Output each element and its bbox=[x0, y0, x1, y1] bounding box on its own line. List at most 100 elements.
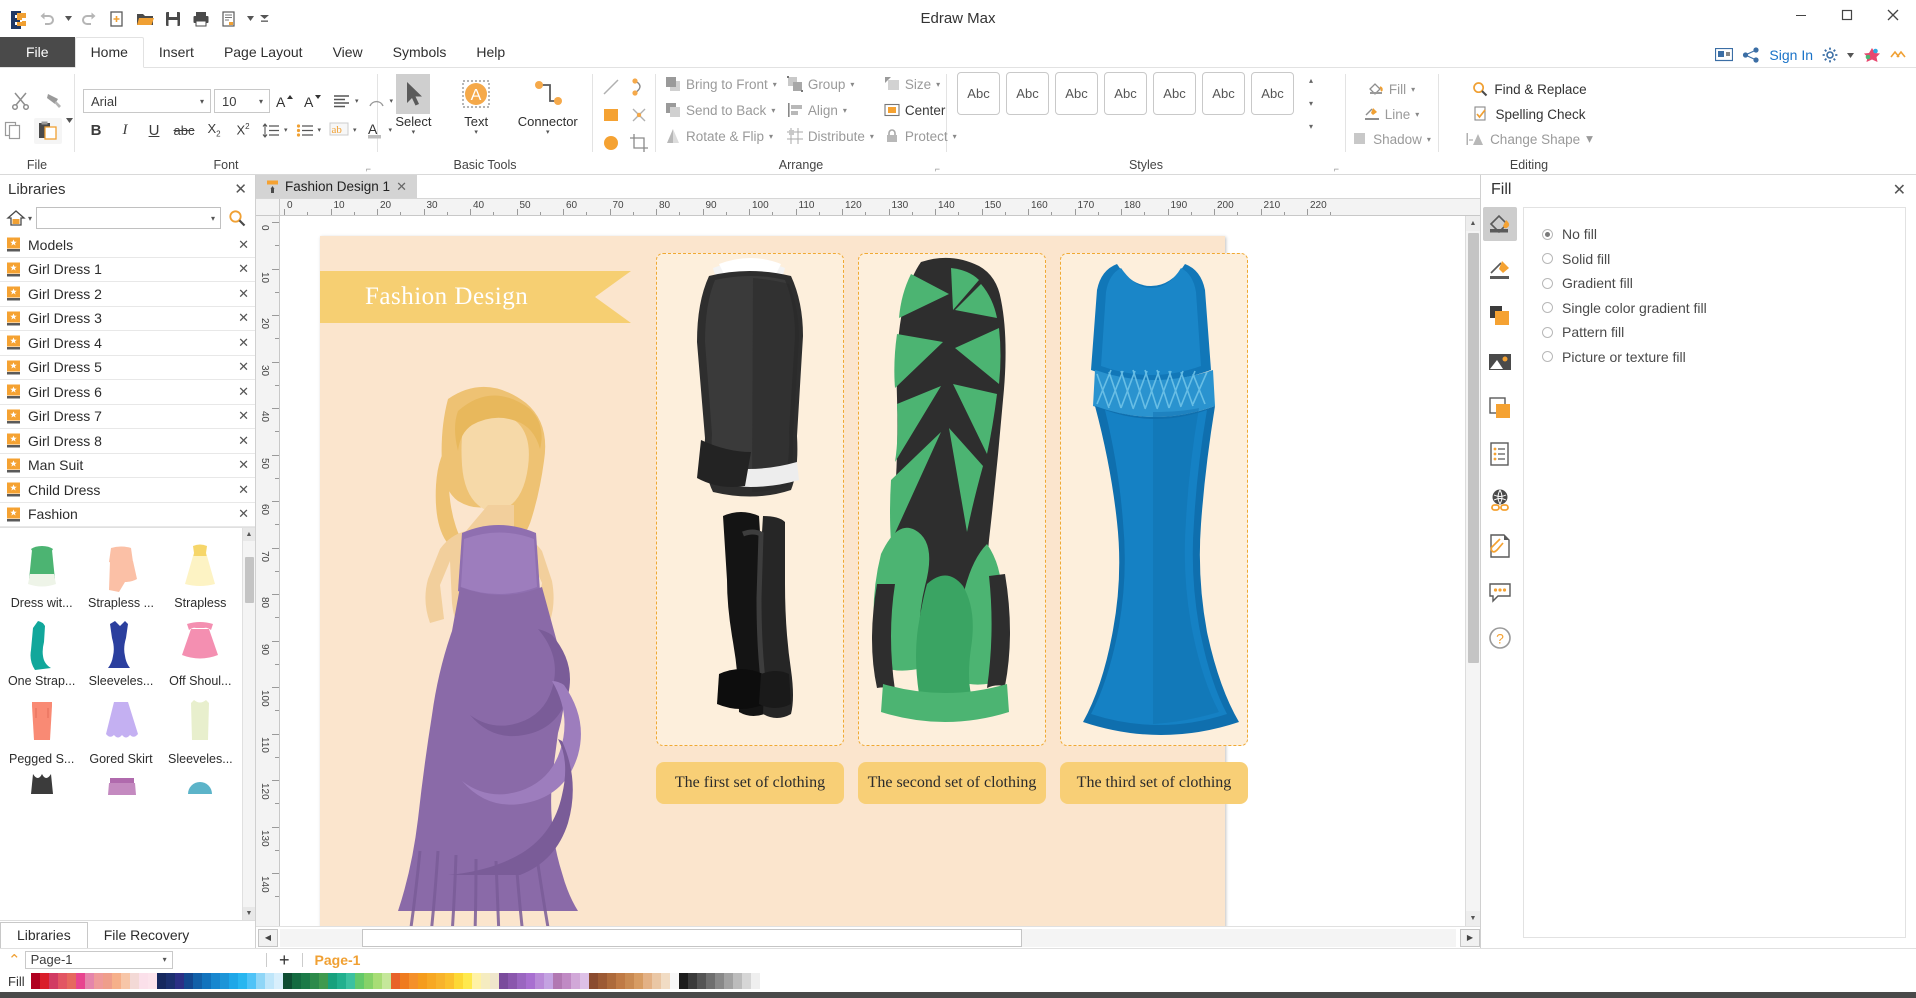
page-selector-combo[interactable]: Page-1 ▾ bbox=[24, 950, 173, 969]
font-dialog-launcher[interactable]: ⌐ bbox=[366, 164, 371, 174]
color-swatch[interactable] bbox=[732, 973, 742, 989]
save-icon[interactable] bbox=[160, 6, 186, 32]
group-button[interactable]: Group ▾ bbox=[784, 72, 879, 96]
canvas-horizontal-scrollbar[interactable]: ◀ ▶ bbox=[256, 926, 1480, 948]
color-swatch[interactable] bbox=[156, 973, 166, 989]
horizontal-scroll-thumb[interactable] bbox=[362, 928, 1022, 947]
fill-option-pattern-fill[interactable]: Pattern fill bbox=[1542, 320, 1905, 345]
color-swatch[interactable] bbox=[435, 973, 445, 989]
color-swatch[interactable] bbox=[552, 973, 562, 989]
format-painter-icon[interactable] bbox=[40, 88, 68, 114]
add-page-button[interactable]: + bbox=[273, 951, 296, 969]
color-swatch[interactable] bbox=[336, 973, 346, 989]
chevron-down-icon[interactable]: ▾ bbox=[773, 80, 777, 89]
style-item[interactable]: Abc bbox=[1251, 72, 1294, 115]
shadow-icon[interactable] bbox=[1483, 391, 1517, 425]
color-swatch[interactable] bbox=[651, 973, 661, 989]
color-swatch[interactable] bbox=[75, 973, 85, 989]
library-item-close-icon[interactable]: ✕ bbox=[238, 433, 249, 449]
document-tab-fashion-design-1[interactable]: Fashion Design 1 ✕ bbox=[256, 175, 417, 198]
library-home-icon[interactable]: ▾ bbox=[6, 209, 32, 227]
bullets-icon[interactable] bbox=[293, 118, 317, 142]
distribute-button[interactable]: Distribute ▾ bbox=[784, 124, 879, 148]
library-shape-cap[interactable] bbox=[161, 766, 240, 798]
library-item-close-icon[interactable]: ✕ bbox=[238, 335, 249, 351]
chevron-down-icon[interactable]: ▾ bbox=[936, 80, 940, 89]
library-item-close-icon[interactable]: ✕ bbox=[238, 359, 249, 375]
bullets-dropdown-icon[interactable]: ▾ bbox=[318, 126, 322, 134]
rectangle-shape-icon[interactable] bbox=[598, 102, 624, 128]
color-swatch[interactable] bbox=[309, 973, 319, 989]
fill-option-no-fill[interactable]: No fill bbox=[1542, 222, 1905, 247]
paste-dropdown-icon[interactable] bbox=[65, 117, 73, 144]
app-logo-icon[interactable] bbox=[6, 6, 32, 32]
style-item[interactable]: Abc bbox=[957, 72, 1000, 115]
library-item-girl-dress-8[interactable]: Girl Dress 8 ✕ bbox=[0, 429, 255, 454]
send-to-back-button[interactable]: Send to Back ▾ bbox=[662, 98, 782, 122]
caption-second-set[interactable]: The second set of clothing bbox=[858, 762, 1046, 804]
color-swatch[interactable] bbox=[687, 973, 697, 989]
fill-button[interactable]: Fill ▾ bbox=[1365, 77, 1420, 101]
document-properties-icon[interactable] bbox=[1483, 437, 1517, 471]
maximize-button[interactable] bbox=[1824, 0, 1870, 30]
color-swatch[interactable] bbox=[471, 973, 481, 989]
connector-tool-button[interactable]: Connector ▾ bbox=[509, 70, 587, 137]
scroll-up-icon[interactable]: ▲ bbox=[1466, 216, 1480, 231]
library-item-close-icon[interactable]: ✕ bbox=[238, 482, 249, 498]
sidebar-tab-libraries[interactable]: Libraries bbox=[0, 922, 88, 948]
gear-dropdown-icon[interactable] bbox=[1847, 52, 1854, 58]
color-swatch[interactable] bbox=[705, 973, 715, 989]
color-swatch[interactable] bbox=[246, 973, 256, 989]
align-button[interactable]: Align ▾ bbox=[784, 98, 879, 122]
color-swatch[interactable] bbox=[507, 973, 517, 989]
library-shape-mini-skirt[interactable] bbox=[81, 766, 160, 798]
library-search-icon[interactable] bbox=[225, 206, 249, 230]
library-item-close-icon[interactable]: ✕ bbox=[238, 506, 249, 522]
garment-box-3[interactable] bbox=[1060, 253, 1248, 746]
color-swatch[interactable] bbox=[633, 973, 643, 989]
library-scroll-down-icon[interactable]: ▼ bbox=[243, 907, 255, 920]
strikethrough-button[interactable]: abc bbox=[170, 118, 198, 142]
style-item[interactable]: Abc bbox=[1055, 72, 1098, 115]
caption-third-set[interactable]: The third set of clothing bbox=[1060, 762, 1248, 804]
ellipse-shape-icon[interactable] bbox=[598, 130, 624, 156]
scroll-left-icon[interactable]: ◀ bbox=[258, 928, 278, 947]
library-item-fashion[interactable]: Fashion ✕ bbox=[0, 503, 255, 527]
tab-help[interactable]: Help bbox=[461, 38, 520, 67]
tab-file[interactable]: File bbox=[0, 37, 75, 67]
print-icon[interactable] bbox=[188, 6, 214, 32]
cross-shape-icon[interactable] bbox=[626, 102, 652, 128]
chevron-down-icon[interactable]: ▾ bbox=[870, 132, 874, 141]
style-scroll-up-icon[interactable]: ▴ bbox=[1304, 72, 1318, 88]
color-swatch[interactable] bbox=[282, 973, 292, 989]
style-gallery-more-icon[interactable]: ▾ bbox=[1304, 118, 1318, 134]
undo-dropdown-icon[interactable] bbox=[62, 6, 74, 32]
color-swatch[interactable] bbox=[615, 973, 625, 989]
style-item[interactable]: Abc bbox=[1202, 72, 1245, 115]
color-swatch[interactable] bbox=[111, 973, 121, 989]
presentation-icon[interactable] bbox=[1715, 47, 1734, 63]
library-item-models[interactable]: Models ✕ bbox=[0, 233, 255, 258]
shadow-button[interactable]: Shadow ▾ bbox=[1349, 127, 1436, 151]
color-swatch[interactable] bbox=[480, 973, 490, 989]
grow-font-button[interactable]: A bbox=[273, 89, 298, 113]
sign-in-link[interactable]: Sign In bbox=[1769, 47, 1813, 63]
chevron-down-icon[interactable]: ▾ bbox=[843, 106, 847, 115]
library-shape-gored-skirt[interactable]: Gored Skirt bbox=[81, 688, 160, 766]
library-shape-strapless-gown[interactable]: Strapless bbox=[161, 532, 240, 610]
library-item-girl-dress-1[interactable]: Girl Dress 1 ✕ bbox=[0, 258, 255, 282]
library-item-close-icon[interactable]: ✕ bbox=[238, 261, 249, 277]
color-swatch[interactable] bbox=[255, 973, 265, 989]
scroll-down-icon[interactable]: ▼ bbox=[1466, 911, 1480, 926]
chevron-down-icon[interactable]: ▾ bbox=[769, 132, 773, 141]
color-swatch[interactable] bbox=[327, 973, 337, 989]
minimize-button[interactable] bbox=[1778, 0, 1824, 30]
color-swatch[interactable] bbox=[696, 973, 706, 989]
line-shape-icon[interactable] bbox=[598, 74, 624, 100]
color-swatch[interactable] bbox=[462, 973, 472, 989]
page-tab-page-1[interactable]: Page-1 bbox=[309, 952, 361, 968]
library-shape-crop-top[interactable] bbox=[2, 766, 81, 798]
library-shape-sleeveless-gown[interactable]: Sleeveles... bbox=[81, 610, 160, 688]
library-scrollbar[interactable]: ▲ ▼ bbox=[242, 528, 255, 920]
color-swatch[interactable] bbox=[57, 973, 67, 989]
